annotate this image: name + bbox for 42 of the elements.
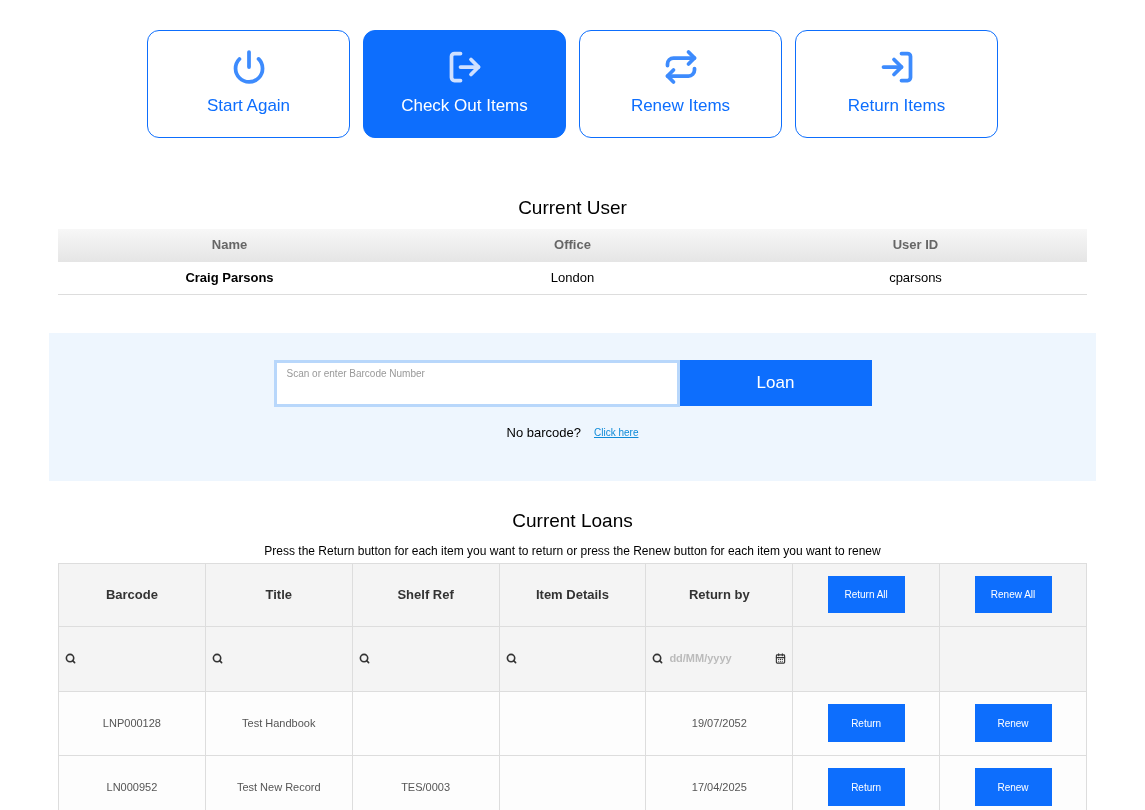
table-cell: cparsons xyxy=(889,270,942,285)
action-button[interactable]: Return Items xyxy=(795,30,998,138)
search-icon xyxy=(505,653,517,664)
barcode-input-field[interactable]: Scan or enter Barcode Number xyxy=(273,360,680,407)
search-icon xyxy=(65,653,76,664)
action-button[interactable]: Check Out Items xyxy=(363,30,566,138)
return-button[interactable]: Return xyxy=(827,704,905,742)
column-header: User ID xyxy=(744,228,1087,262)
section-title: Current User xyxy=(517,196,628,220)
table-cell: Test Handbook xyxy=(242,716,316,729)
column-header: Office xyxy=(401,228,744,262)
table-cell: 17/04/2025 xyxy=(691,780,747,793)
search-icon xyxy=(358,653,370,664)
table-cell: London xyxy=(550,270,595,285)
table-cell: TES/0003 xyxy=(401,780,451,793)
table-cell: Craig Parsons xyxy=(185,270,274,285)
search-icon xyxy=(652,653,664,664)
column-header: Barcode xyxy=(105,586,158,602)
table-cell: 19/07/2052 xyxy=(691,716,747,729)
action-button[interactable]: Start Again xyxy=(147,30,350,138)
action-button[interactable]: Renew Items xyxy=(579,30,782,138)
column-header: Return by xyxy=(688,586,750,602)
renew-button[interactable]: Renew xyxy=(974,768,1052,806)
loan-button[interactable]: Loan xyxy=(679,360,872,406)
table-cell: Test New Record xyxy=(236,780,321,793)
return-all-button[interactable]: Return All xyxy=(827,576,905,613)
section-title: Current Loans xyxy=(511,509,634,533)
table-cell: LN000952 xyxy=(106,780,158,793)
column-header: Item Details xyxy=(535,586,609,602)
column-header: Title xyxy=(265,586,292,602)
search-icon xyxy=(211,653,223,664)
calendar-icon xyxy=(775,653,787,664)
renew-button[interactable]: Renew xyxy=(974,704,1052,742)
return-button[interactable]: Return xyxy=(827,768,905,806)
renew-all-button[interactable]: Renew All xyxy=(974,576,1052,613)
no-barcode-label: No barcode? xyxy=(506,424,581,442)
table-cell: LNP000128 xyxy=(102,716,161,729)
instructions-text: Press the Return button for each item you want to return or press the Renew button for each item you want to renew xyxy=(263,542,882,560)
column-header: Shelf Ref xyxy=(397,586,454,602)
column-header: Name xyxy=(58,228,401,262)
click-here-link[interactable]: Click here xyxy=(594,425,639,441)
date-placeholder: dd/MM/yyyy xyxy=(669,651,733,667)
